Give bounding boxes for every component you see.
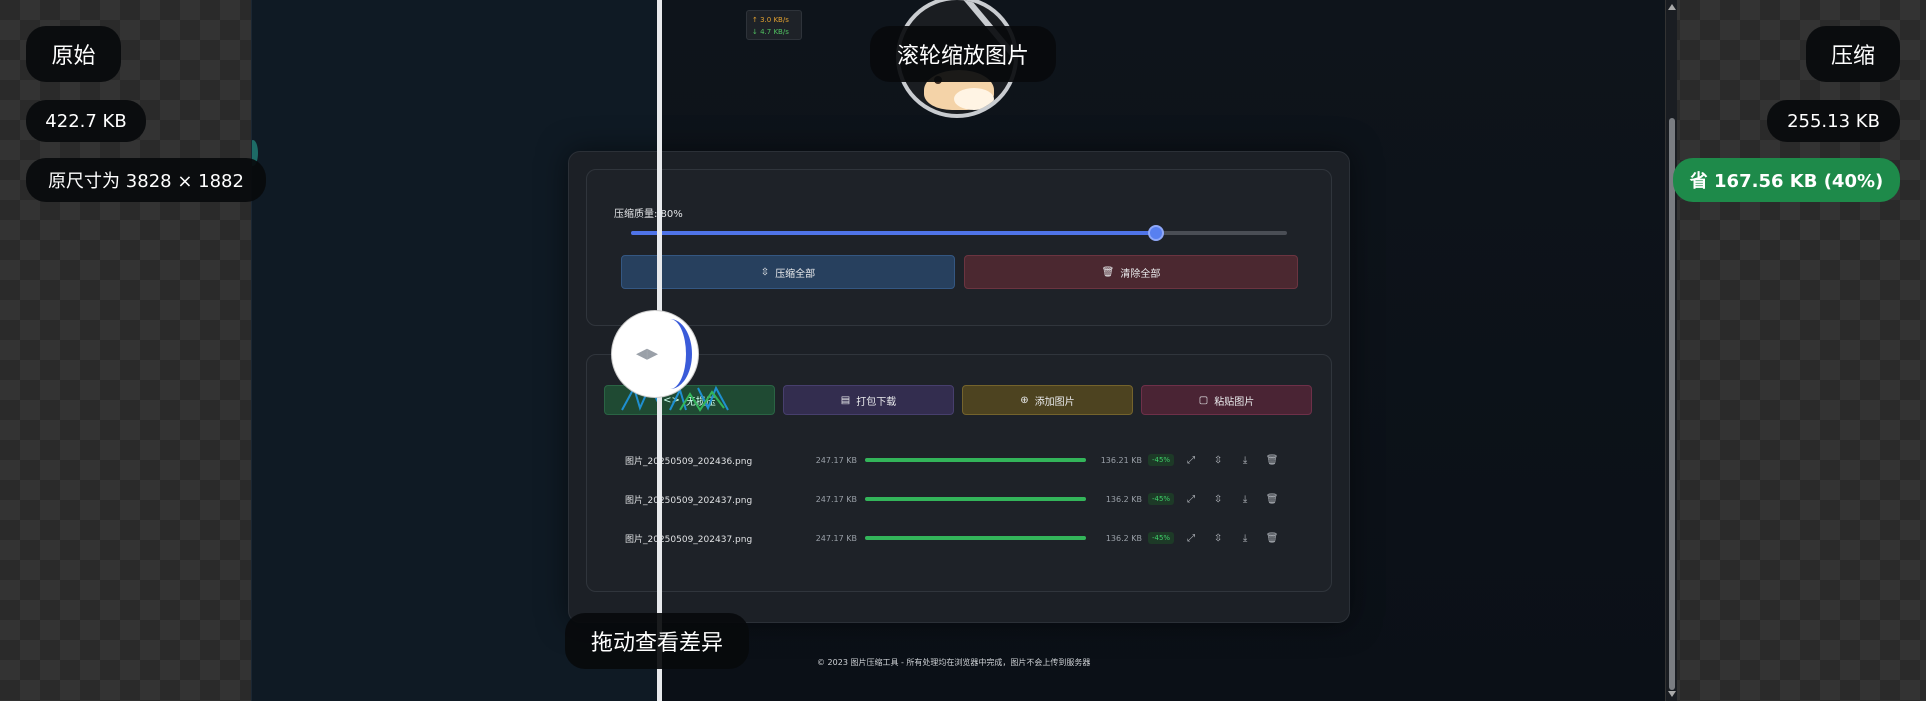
drag-arrows-icon: ◂▸ [636,341,659,366]
file-progress-bar [865,458,1086,462]
file-compressed-size: 136.21 KB [1100,455,1142,465]
file-zip-icon: ▤ [840,394,851,406]
file-savings-badge: -45% [1148,532,1175,544]
quality-slider-fill [631,231,1156,235]
file-name: 图片_20250509_202437.png [625,495,753,506]
download-speed: ↓ 4.7 KB/s [752,28,789,36]
file-original-size: 247.17 KB [815,494,857,504]
add-images-button[interactable]: ⊕ 添加图片 [962,385,1133,415]
compress-all-button[interactable]: ⇳ 压缩全部 [621,255,955,289]
trash-icon: 🗑 [1101,266,1115,278]
network-speed-widget: ↑ 3.0 KB/s ↓ 4.7 KB/s [746,10,802,40]
file-row: 图片_20250509_202437.png 247.17 KB 136.2 K… [625,525,1315,551]
file-progress-bar [865,497,1086,501]
expand-icon[interactable]: ⤢ [1184,453,1198,467]
plus-circle-icon: ⊕ [1020,394,1029,406]
drag-hint-label: 拖动查看差异 [565,613,749,669]
scrollbar-thumb[interactable] [1669,118,1675,690]
file-progress-fill [865,497,1086,501]
original-size-label: 422.7 KB [26,100,146,142]
trash-icon[interactable]: 🗑 [1265,492,1279,506]
add-images-label: 添加图片 [1034,396,1075,408]
file-original-size: 247.17 KB [815,533,857,543]
paste-images-button[interactable]: ▢ 粘贴图片 [1141,385,1312,415]
settings-panel [586,169,1332,326]
saved-badge: 省 167.56 KB (40%) [1673,158,1900,202]
viewer-scrollbar[interactable] [1665,0,1677,701]
expand-icon[interactable]: ⤢ [1184,492,1198,506]
zip-download-label: 打包下载 [856,396,897,408]
file-progress-fill [865,458,1086,462]
compress-icon[interactable]: ⇳ [1211,453,1225,467]
file-compressed-size: 136.2 KB [1105,533,1142,543]
upload-speed: ↑ 3.0 KB/s [752,16,789,24]
compress-icon: ⇳ [760,266,770,278]
clear-all-button[interactable]: 🗑 清除全部 [964,255,1298,289]
file-compressed-size: 136.2 KB [1105,494,1142,504]
quality-slider-knob[interactable] [1147,225,1164,241]
compress-all-label: 压缩全部 [775,268,816,280]
paste-images-label: 粘贴图片 [1214,396,1255,408]
file-row: 图片_20250509_202436.png 247.17 KB 136.21 … [625,447,1315,473]
download-icon[interactable]: ⤓ [1238,531,1252,545]
compress-icon[interactable]: ⇳ [1211,531,1225,545]
comparison-drag-handle[interactable]: ◂▸ [612,311,698,397]
trash-icon[interactable]: 🗑 [1265,531,1279,545]
zip-download-button[interactable]: ▤ 打包下载 [783,385,954,415]
clipboard-icon: ▢ [1198,394,1209,406]
clear-all-label: 清除全部 [1120,268,1161,280]
file-savings-badge: -45% [1148,493,1175,505]
file-progress-fill [865,536,1086,540]
expand-icon[interactable]: ⤢ [1184,531,1198,545]
original-label: 原始 [26,26,121,82]
compressed-label: 压缩 [1806,26,1900,82]
compress-icon[interactable]: ⇳ [1211,492,1225,506]
trash-icon[interactable]: 🗑 [1265,453,1279,467]
file-progress-bar [865,536,1086,540]
original-dimensions-label: 原尺寸为 3828 × 1882 [26,158,266,202]
file-original-size: 247.17 KB [815,455,857,465]
quality-slider[interactable] [631,225,1287,241]
scroll-down-arrow-icon[interactable] [1668,691,1676,697]
footer-text: © 2023 图片压缩工具 - 所有处理均在浏览器中完成，图片不会上传到服务器 [817,658,1091,667]
download-icon[interactable]: ⤓ [1238,492,1252,506]
file-name: 图片_20250509_202436.png [625,456,753,467]
file-savings-badge: -45% [1148,454,1175,466]
file-name: 图片_20250509_202437.png [625,534,753,545]
file-row: 图片_20250509_202437.png 247.17 KB 136.2 K… [625,486,1315,512]
quality-label: 压缩质量: 80% [614,209,683,220]
zoom-hint-label: 滚轮缩放图片 [870,26,1056,82]
download-icon[interactable]: ⤓ [1238,453,1252,467]
compressed-size-label: 255.13 KB [1767,100,1900,142]
scroll-up-arrow-icon[interactable] [1668,4,1676,10]
